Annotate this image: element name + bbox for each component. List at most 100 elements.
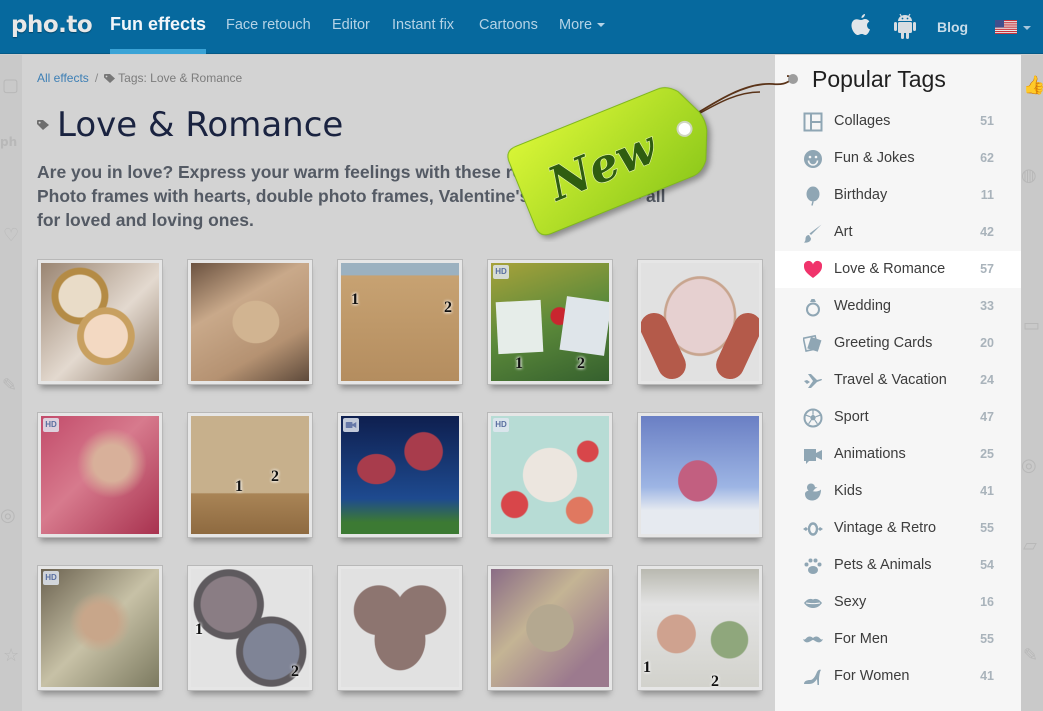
tag-count: 20 [980,336,994,350]
site-logo[interactable]: pho.to [11,12,93,38]
description-line: Are you in love? Express your warm feeli… [37,162,672,182]
doodle-icon: ph [0,135,18,149]
nav-more-dropdown[interactable]: More [559,17,606,33]
photo-slot-number: 1 [643,659,651,676]
effect-thumbnail[interactable] [37,259,163,385]
tag-count: 16 [980,595,994,609]
tag-item-pets-animals[interactable]: Pets & Animals 54 [775,547,1021,584]
tag-label: Travel & Vacation [834,372,947,388]
tag-count: 57 [980,262,994,276]
background-pattern-left: ▢ ph ♡ ✎ ◎ ☆ [0,55,22,711]
page-title-text: Love & Romance [57,105,344,145]
tag-item-greeting-cards[interactable]: Greeting Cards 20 [775,325,1021,362]
hand-shape [641,308,691,381]
tag-label: Pets & Animals [834,557,932,573]
cards-icon [803,334,822,352]
effect-thumbnail[interactable]: 1 2 [187,565,313,691]
android-icon[interactable] [893,12,917,40]
effect-thumbnail[interactable] [337,565,463,691]
pink-hearts-glow-image: HD [41,416,159,534]
breadcrumb: All effects / Tags: Love & Romance [37,71,242,85]
effect-thumbnail[interactable]: 1 2 [187,412,313,538]
tag-label: Art [834,224,853,240]
effect-thumbnail[interactable]: HD 1 2 [487,259,613,385]
tag-item-art[interactable]: Art 42 [775,214,1021,251]
us-flag-icon[interactable] [995,20,1017,34]
tag-count: 55 [980,632,994,646]
hd-badge: HD [43,571,59,585]
effect-thumbnail[interactable]: 1 2 [337,259,463,385]
golden-locket-image [41,263,159,381]
tag-item-sexy[interactable]: Sexy 16 [775,584,1021,621]
tag-item-sport[interactable]: Sport 47 [775,399,1021,436]
tag-count: 41 [980,669,994,683]
tag-icon [37,120,49,130]
effect-thumbnail[interactable] [487,565,613,691]
tag-item-vintage-retro[interactable]: Vintage & Retro 55 [775,510,1021,547]
hearts-in-sand-image: 1 2 [341,263,459,381]
tag-label: Birthday [834,187,888,203]
hd-badge: HD [43,418,59,432]
lips-icon [804,598,822,608]
lace-frame-image [491,569,609,687]
hd-badge: HD [493,265,509,279]
nav-cartoons[interactable]: Cartoons [479,17,538,33]
brush-icon [804,224,822,243]
main-content: All effects / Tags: Love & Romance Love & … [22,55,775,711]
vintage-book-frame-image [191,263,309,381]
tag-label: Vintage & Retro [834,520,937,536]
tag-count: 55 [980,521,994,535]
doodle-icon: ✎ [2,375,18,396]
tag-label: Fun & Jokes [834,150,915,166]
tag-count: 24 [980,373,994,387]
tag-item-kids[interactable]: Kids 41 [775,473,1021,510]
background-pattern-right: 👍 ◍ ▭ ◎ ▱ ✎ [1021,55,1043,711]
tag-item-birthday[interactable]: Birthday 11 [775,177,1021,214]
nav-face-retouch[interactable]: Face retouch [226,17,311,33]
duck-icon [805,483,821,501]
effect-thumbnail[interactable]: HD [37,412,163,538]
tag-item-love-romance[interactable]: Love & Romance 57 [775,251,1021,288]
hand-shape [711,308,759,381]
tag-item-for-men[interactable]: For Men 55 [775,621,1021,658]
apple-icon[interactable] [850,13,872,39]
effect-thumbnail[interactable]: HD [37,565,163,691]
tag-item-for-women[interactable]: For Women 41 [775,658,1021,695]
tag-label: Sport [834,409,869,425]
photo-card [559,296,609,356]
nav-instant-fix[interactable]: Instant fix [392,17,454,33]
tag-item-fun-jokes[interactable]: Fun & Jokes 62 [775,140,1021,177]
effect-thumbnail[interactable] [337,412,463,538]
nav-fun-effects[interactable]: Fun effects [110,14,206,35]
video-camera-icon [804,449,822,464]
mustache-icon [803,636,823,643]
tag-item-animations[interactable]: Animations 25 [775,436,1021,473]
tag-item-wedding[interactable]: Wedding 33 [775,288,1021,325]
active-tab-indicator [110,49,206,54]
effect-thumbnail[interactable] [187,259,313,385]
photo-slot-number: 2 [577,355,585,372]
heart-balloons-night-image [341,416,459,534]
collage-icon [803,112,823,132]
photo-slot-number: 1 [235,478,243,495]
top-navigation-bar: pho.to Fun effects Face retouch Editor I… [0,0,1043,54]
effect-thumbnail[interactable] [637,259,763,385]
effect-thumbnail[interactable]: 1 2 [637,565,763,691]
video-badge [343,418,359,432]
effect-thumbnail[interactable]: HD [487,412,613,538]
ring-icon [806,299,820,317]
blog-link[interactable]: Blog [937,19,968,35]
photo-slot-number: 2 [711,673,719,687]
photo-slot-number: 2 [291,663,299,680]
nav-editor[interactable]: Editor [332,17,370,33]
breadcrumb-all-effects[interactable]: All effects [37,71,89,85]
tag-item-travel-vacation[interactable]: Travel & Vacation 24 [775,362,1021,399]
wooden-love-photos-image: 1 2 [191,416,309,534]
language-dropdown-caret[interactable] [1023,26,1031,30]
doodle-icon: ✎ [1023,645,1039,666]
tag-item-collages[interactable]: Collages 51 [775,103,1021,140]
flower-wreath-image: HD [491,416,609,534]
cupids-and-heart-image [641,416,759,534]
effect-thumbnail[interactable] [637,412,763,538]
high-heel-icon [804,669,821,685]
